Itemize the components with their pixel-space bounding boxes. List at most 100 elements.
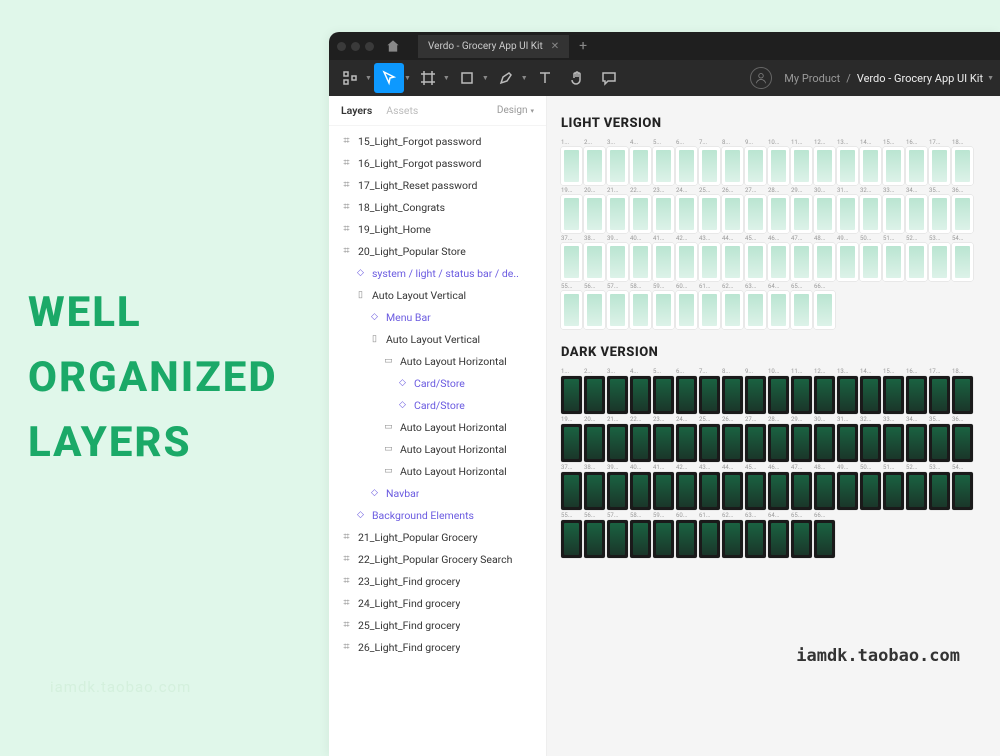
screen-thumb[interactable]: 14... <box>860 139 881 185</box>
pen-tool-button[interactable] <box>491 63 521 93</box>
screen-thumb[interactable]: 2... <box>584 368 605 414</box>
screen-thumb[interactable]: 26... <box>722 416 743 462</box>
screen-thumb[interactable]: 55... <box>561 283 582 329</box>
screen-thumb[interactable]: 27... <box>745 416 766 462</box>
screen-thumb[interactable]: 26... <box>722 187 743 233</box>
screen-thumb[interactable]: 10... <box>768 368 789 414</box>
screen-thumb[interactable]: 29... <box>791 187 812 233</box>
layer-row[interactable]: Auto Layout Horizontal <box>329 416 546 438</box>
screen-thumb[interactable]: 35... <box>929 187 950 233</box>
frame-tool-button[interactable] <box>413 63 443 93</box>
screen-thumb[interactable]: 57... <box>607 512 628 558</box>
screen-thumb[interactable]: 27... <box>745 187 766 233</box>
screen-thumb[interactable]: 38... <box>584 464 605 510</box>
screen-thumb[interactable]: 6... <box>676 139 697 185</box>
design-dropdown[interactable]: Design▾ <box>497 105 534 116</box>
layer-row[interactable]: 25_Light_Find grocery <box>329 614 546 636</box>
tab-layers[interactable]: Layers <box>341 104 372 117</box>
screen-thumb[interactable]: 38... <box>584 235 605 281</box>
screen-thumb[interactable]: 44... <box>722 235 743 281</box>
layer-row[interactable]: 20_Light_Popular Store <box>329 240 546 262</box>
close-icon[interactable] <box>337 42 346 51</box>
screen-thumb[interactable]: 5... <box>653 368 674 414</box>
layer-row[interactable]: Auto Layout Vertical <box>329 328 546 350</box>
screen-thumb[interactable]: 60... <box>676 283 697 329</box>
screen-thumb[interactable]: 15... <box>883 368 904 414</box>
screen-thumb[interactable]: 1... <box>561 368 582 414</box>
screen-thumb[interactable]: 40... <box>630 235 651 281</box>
screen-thumb[interactable]: 25... <box>699 416 720 462</box>
screen-thumb[interactable]: 56... <box>584 283 605 329</box>
screen-thumb[interactable]: 33... <box>883 187 904 233</box>
layer-row[interactable]: 16_Light_Forgot password <box>329 152 546 174</box>
screen-thumb[interactable]: 63... <box>745 512 766 558</box>
screen-thumb[interactable]: 53... <box>929 464 950 510</box>
screen-thumb[interactable]: 23... <box>653 416 674 462</box>
screen-thumb[interactable]: 14... <box>860 368 881 414</box>
comment-tool-button[interactable] <box>594 63 624 93</box>
screen-thumb[interactable]: 49... <box>837 464 858 510</box>
layer-row[interactable]: 23_Light_Find grocery <box>329 570 546 592</box>
screen-thumb[interactable]: 17... <box>929 139 950 185</box>
screen-thumb[interactable]: 48... <box>814 235 835 281</box>
screen-thumb[interactable]: 30... <box>814 416 835 462</box>
screen-thumb[interactable]: 17... <box>929 368 950 414</box>
screen-thumb[interactable]: 63... <box>745 283 766 329</box>
file-tab[interactable]: Verdo - Grocery App UI Kit ✕ <box>418 35 569 58</box>
chevron-down-icon[interactable]: ▼ <box>987 74 994 82</box>
layer-row[interactable]: Card/Store <box>329 372 546 394</box>
layer-row[interactable]: system / light / status bar / de.. <box>329 262 546 284</box>
screen-thumb[interactable]: 21... <box>607 416 628 462</box>
screen-thumb[interactable]: 2... <box>584 139 605 185</box>
screen-thumb[interactable]: 11... <box>791 368 812 414</box>
screen-thumb[interactable]: 7... <box>699 139 720 185</box>
screen-thumb[interactable]: 15... <box>883 139 904 185</box>
screen-thumb[interactable]: 19... <box>561 416 582 462</box>
screen-thumb[interactable]: 51... <box>883 235 904 281</box>
screen-thumb[interactable]: 18... <box>952 139 973 185</box>
screen-thumb[interactable]: 59... <box>653 512 674 558</box>
layer-row[interactable]: Auto Layout Horizontal <box>329 350 546 372</box>
screen-thumb[interactable]: 66... <box>814 283 835 329</box>
screen-thumb[interactable]: 21... <box>607 187 628 233</box>
screen-thumb[interactable]: 36... <box>952 416 973 462</box>
screen-thumb[interactable]: 13... <box>837 139 858 185</box>
layer-row[interactable]: 24_Light_Find grocery <box>329 592 546 614</box>
screen-thumb[interactable]: 48... <box>814 464 835 510</box>
screen-thumb[interactable]: 10... <box>768 139 789 185</box>
screen-thumb[interactable]: 52... <box>906 235 927 281</box>
screen-thumb[interactable]: 3... <box>607 368 628 414</box>
screen-thumb[interactable]: 23... <box>653 187 674 233</box>
screen-thumb[interactable]: 41... <box>653 235 674 281</box>
screen-thumb[interactable]: 37... <box>561 464 582 510</box>
screen-thumb[interactable]: 40... <box>630 464 651 510</box>
screen-thumb[interactable]: 35... <box>929 416 950 462</box>
screen-thumb[interactable]: 36... <box>952 187 973 233</box>
screen-thumb[interactable]: 32... <box>860 187 881 233</box>
screen-thumb[interactable]: 49... <box>837 235 858 281</box>
screen-thumb[interactable]: 28... <box>768 416 789 462</box>
screen-thumb[interactable]: 29... <box>791 416 812 462</box>
screen-thumb[interactable]: 34... <box>906 187 927 233</box>
screen-thumb[interactable]: 20... <box>584 187 605 233</box>
screen-thumb[interactable]: 62... <box>722 283 743 329</box>
screen-thumb[interactable]: 61... <box>699 283 720 329</box>
screen-thumb[interactable]: 11... <box>791 139 812 185</box>
screen-thumb[interactable]: 7... <box>699 368 720 414</box>
screen-thumb[interactable]: 64... <box>768 283 789 329</box>
screen-thumb[interactable]: 45... <box>745 464 766 510</box>
screen-thumb[interactable]: 60... <box>676 512 697 558</box>
screen-thumb[interactable]: 20... <box>584 416 605 462</box>
screen-thumb[interactable]: 42... <box>676 464 697 510</box>
screen-thumb[interactable]: 4... <box>630 368 651 414</box>
screen-thumb[interactable]: 47... <box>791 235 812 281</box>
screen-thumb[interactable]: 50... <box>860 464 881 510</box>
main-menu-button[interactable] <box>335 63 365 93</box>
layer-row[interactable]: Auto Layout Horizontal <box>329 460 546 482</box>
screen-thumb[interactable]: 44... <box>722 464 743 510</box>
screen-thumb[interactable]: 59... <box>653 283 674 329</box>
screen-thumb[interactable]: 39... <box>607 235 628 281</box>
screen-thumb[interactable]: 33... <box>883 416 904 462</box>
screen-thumb[interactable]: 56... <box>584 512 605 558</box>
screen-thumb[interactable]: 8... <box>722 139 743 185</box>
